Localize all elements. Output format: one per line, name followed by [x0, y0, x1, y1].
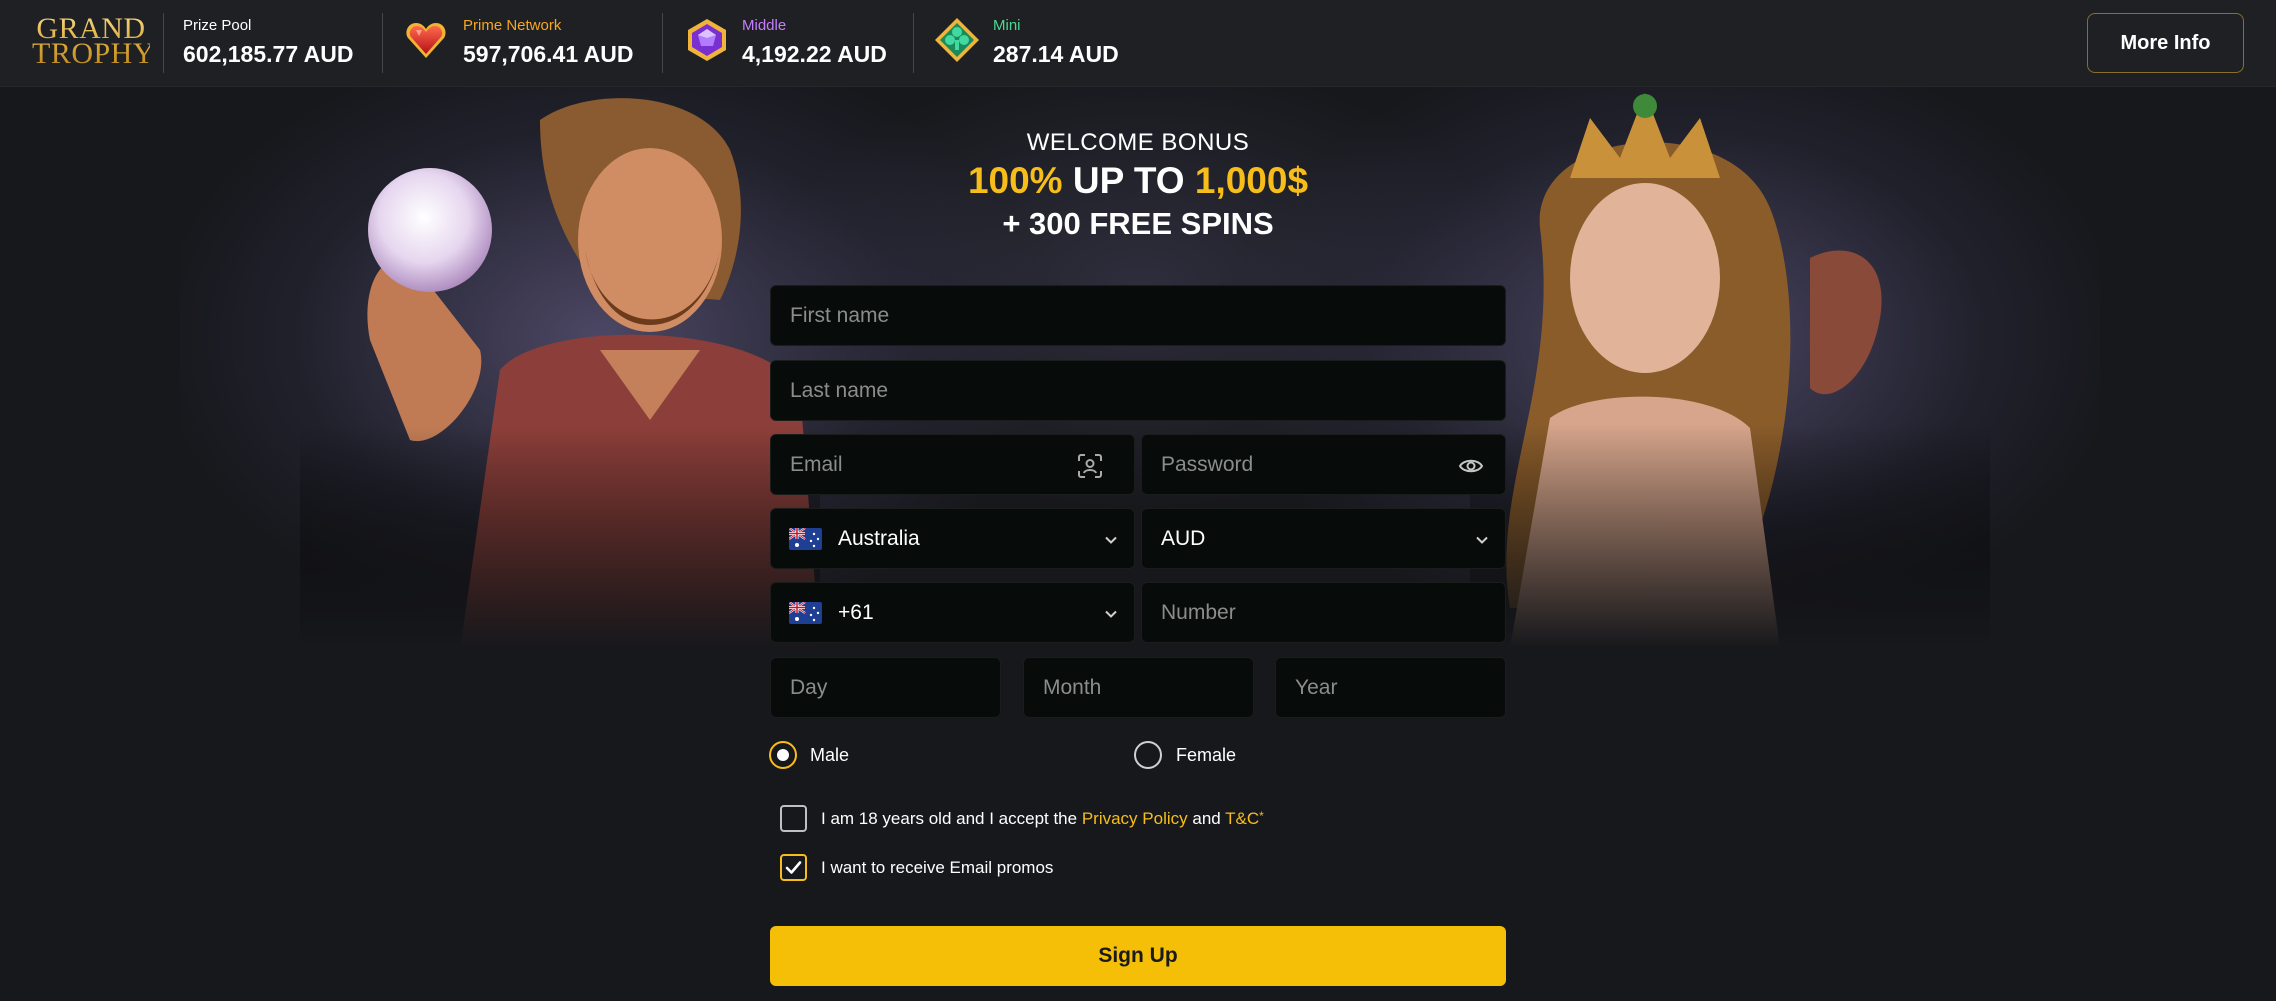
- day-field-wrapper: [770, 657, 1001, 718]
- jackpot-label: Mini: [993, 17, 1021, 34]
- australia-flag-icon: [789, 528, 822, 550]
- currency-select[interactable]: AUD: [1141, 508, 1506, 569]
- chevron-down-icon: [1105, 610, 1117, 618]
- top-bar: GRAND TROPHY Prize Pool 602,185.77 AUD P…: [0, 0, 2276, 87]
- chevron-down-icon: [1105, 536, 1117, 544]
- logo-line-2: TROPHY: [32, 37, 156, 70]
- phone-code-select[interactable]: +61: [770, 582, 1135, 643]
- jackpot-amount: 287.14 AUD: [993, 41, 1119, 67]
- checkmark-icon: [785, 861, 802, 874]
- day-input[interactable]: [771, 658, 1000, 717]
- jackpot-amount: 597,706.41 AUD: [463, 41, 634, 67]
- gender-female-label: Female: [1176, 745, 1237, 765]
- country-value: Australia: [838, 526, 920, 550]
- bonus-percent: 100%: [967, 160, 1063, 201]
- year-input[interactable]: [1276, 658, 1505, 717]
- first-name-field-wrapper: [770, 285, 1506, 346]
- bonus-amount: 1,000$: [1194, 160, 1309, 201]
- terms-checkbox[interactable]: [780, 805, 807, 832]
- more-info-button[interactable]: More Info: [2087, 13, 2244, 73]
- month-input[interactable]: [1024, 658, 1253, 717]
- jackpot-prize-pool: Prize Pool 602,185.77 AUD: [183, 14, 383, 74]
- bonus-headline: 100% UP TO 1,000$: [770, 160, 1506, 202]
- last-name-input[interactable]: [771, 361, 1505, 420]
- green-gem-icon: [935, 18, 979, 62]
- terms-conditions-link[interactable]: T&C: [1225, 809, 1259, 828]
- terms-text: I am 18 years old and I accept the: [821, 809, 1082, 828]
- eye-icon[interactable]: [1457, 452, 1485, 480]
- jackpot-amount: 4,192.22 AUD: [742, 41, 887, 67]
- phone-code-value: +61: [838, 600, 874, 624]
- purple-gem-icon: [688, 19, 726, 61]
- privacy-policy-link[interactable]: Privacy Policy: [1082, 809, 1188, 828]
- year-field-wrapper: [1275, 657, 1506, 718]
- email-field-wrapper: [770, 434, 1135, 495]
- last-name-field-wrapper: [770, 360, 1506, 421]
- header-divider: [163, 13, 164, 73]
- required-asterisk: *: [1259, 809, 1264, 823]
- grand-trophy-logo[interactable]: GRAND TROPHY: [32, 16, 150, 70]
- chevron-down-icon: [1476, 536, 1488, 544]
- first-name-input[interactable]: [771, 286, 1505, 345]
- jackpot-middle: Middle 4,192.22 AUD: [681, 14, 911, 74]
- jackpot-label: Prize Pool: [183, 17, 252, 34]
- gender-male-radio[interactable]: [769, 741, 797, 769]
- australia-flag-icon: [789, 602, 822, 624]
- jackpot-amount: 602,185.77 AUD: [183, 41, 354, 67]
- welcome-bonus-label: WELCOME BONUS: [1026, 129, 1250, 156]
- email-promos-checkbox[interactable]: [780, 854, 807, 881]
- jackpot-label: Prime Network: [463, 17, 562, 34]
- jackpot-prime-network: Prime Network 597,706.41 AUD: [400, 14, 660, 74]
- hero-man-illustration: [300, 90, 820, 650]
- jackpot-label: Middle: [742, 17, 787, 34]
- currency-value: AUD: [1161, 526, 1206, 550]
- terms-label: I am 18 years old and I accept the Priva…: [821, 809, 1264, 829]
- phone-number-input[interactable]: [1142, 583, 1505, 642]
- password-input[interactable]: [1142, 435, 1505, 494]
- password-field-wrapper: [1141, 434, 1506, 495]
- free-spins-label: + 300 FREE SPINS: [1002, 206, 1274, 241]
- header-divider: [382, 13, 383, 73]
- contact-scan-icon[interactable]: [1076, 452, 1104, 480]
- header-divider: [913, 13, 914, 73]
- phone-number-field-wrapper: [1141, 582, 1506, 643]
- gender-female-radio[interactable]: [1134, 741, 1162, 769]
- header-divider: [662, 13, 663, 73]
- country-select[interactable]: Australia: [770, 508, 1135, 569]
- bonus-up-to: UP TO: [1062, 160, 1195, 201]
- sign-up-button[interactable]: Sign Up: [770, 926, 1506, 986]
- month-field-wrapper: [1023, 657, 1254, 718]
- gender-male-label: Male: [810, 745, 850, 765]
- jackpot-mini: Mini 287.14 AUD: [932, 14, 1152, 74]
- red-heart-gem-icon: [406, 23, 446, 58]
- terms-and: and: [1187, 809, 1226, 828]
- email-promos-label: I want to receive Email promos: [821, 858, 1054, 877]
- hero-woman-illustration: [1470, 88, 1990, 648]
